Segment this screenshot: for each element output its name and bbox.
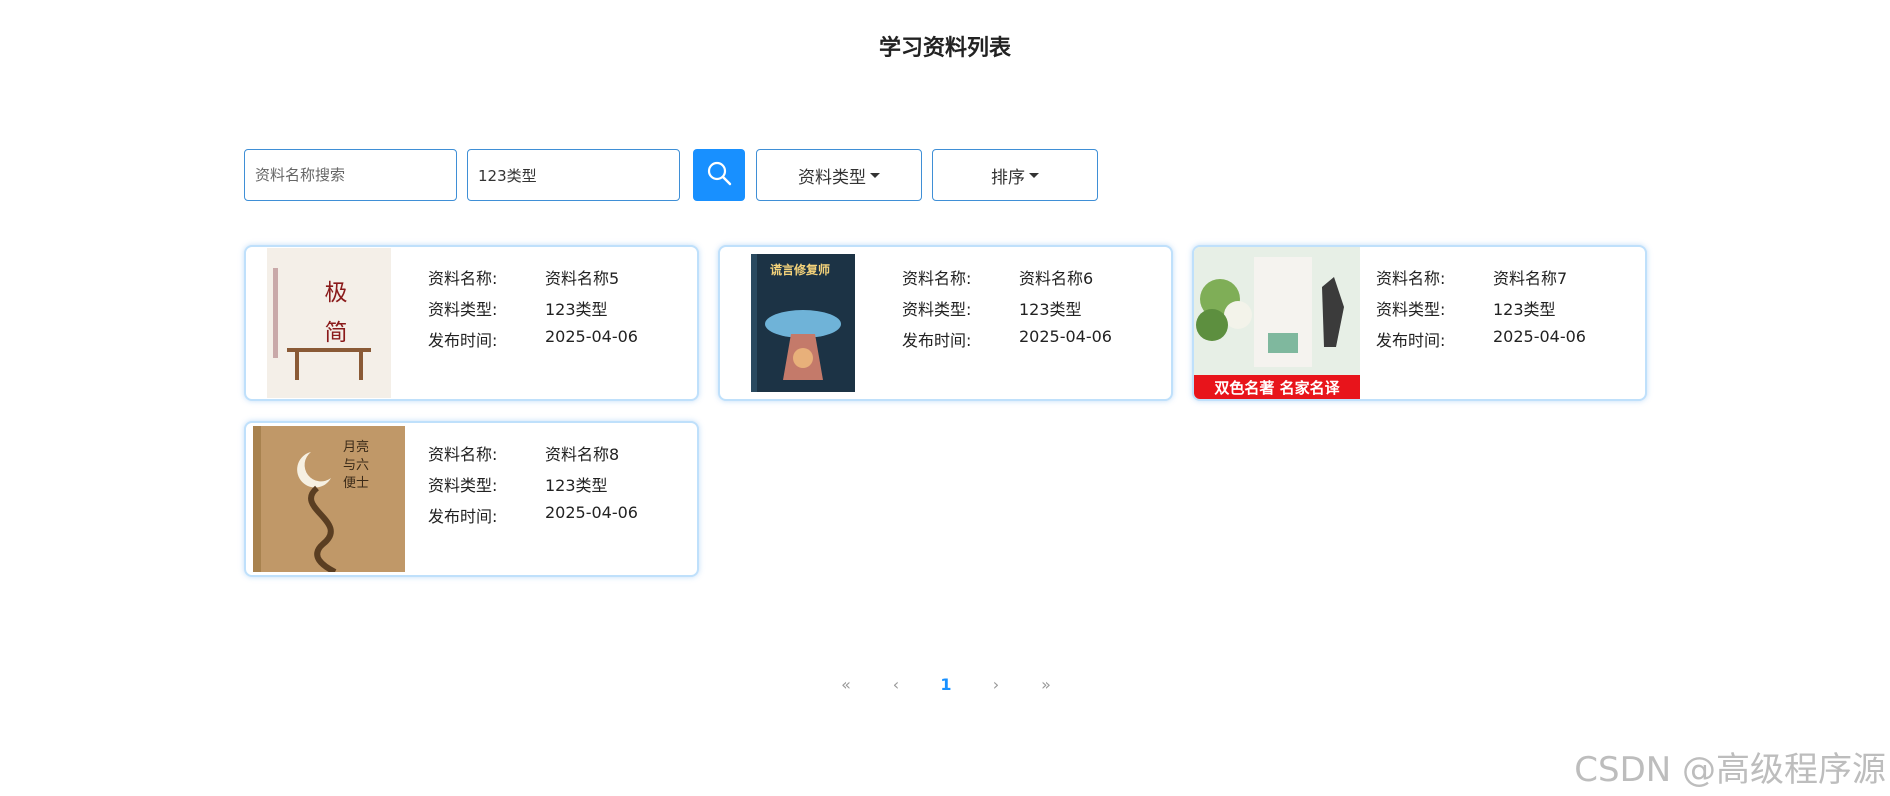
material-name: 资料名称8 [545,445,620,464]
material-card[interactable]: 双色名著 名家名译 资料名称: 资料名称7 资料类型: 123类型 发布时间: 202… [1192,245,1647,401]
book-cover: 月亮与六便士 [246,423,412,575]
book-cover: 谎言修复师 [720,247,886,399]
book-cover: 双色名著 名家名译 [1194,247,1360,399]
type-dropdown[interactable]: 资料类型 [756,149,922,201]
publish-date: 2025-04-06 [1493,327,1586,346]
type-label: 资料类型: [428,300,498,319]
publish-date: 2025-04-06 [545,327,638,346]
first-page-button[interactable]: « [836,675,856,694]
sort-dropdown-label: 排序 [991,167,1025,188]
type-label: 资料类型: [902,300,972,319]
cover-title: 月亮与六便士 [342,440,369,491]
caret-down-icon [870,172,880,178]
name-search-input[interactable] [244,149,457,201]
caret-down-icon [1029,172,1039,178]
date-label: 发布时间: [1376,331,1446,350]
type-label: 资料类型: [1376,300,1446,319]
material-name: 资料名称6 [1019,269,1094,288]
type-search-input[interactable] [467,149,680,201]
next-page-button[interactable]: › [986,675,1006,694]
sort-dropdown[interactable]: 排序 [932,149,1098,201]
cover-title: 谎言修复师 [769,263,830,277]
material-type: 123类型 [545,476,608,495]
card-info: 资料名称: 资料名称6 资料类型: 123类型 发布时间: 2025-04-06 [902,265,1112,358]
card-info: 资料名称: 资料名称8 资料类型: 123类型 发布时间: 2025-04-06 [428,441,638,534]
type-dropdown-label: 资料类型 [798,167,866,188]
last-page-button[interactable]: » [1036,675,1056,694]
type-label: 资料类型: [428,476,498,495]
material-type: 123类型 [1019,300,1082,319]
search-icon [706,160,732,190]
book-cover: 极 简 [246,247,412,399]
current-page-button[interactable]: 1 [936,675,956,694]
material-name: 资料名称5 [545,269,620,288]
material-card[interactable]: 月亮与六便士 资料名称: 资料名称8 资料类型: 123类型 发布时间: 2025-0… [244,421,699,577]
date-label: 发布时间: [428,507,498,526]
search-button[interactable] [693,149,745,201]
card-info: 资料名称: 资料名称7 资料类型: 123类型 发布时间: 2025-04-06 [1376,265,1586,358]
cover-title: 简 [324,320,348,346]
watermark: CSDN @高级程序源 [1574,750,1886,790]
material-card[interactable]: 极 简 资料名称: 资料名称5 资料类型: 123类型 发布时间: 2025-04-0… [244,245,699,401]
material-name: 资料名称7 [1493,269,1568,288]
cover-banner: 双色名著 名家名译 [1194,375,1360,399]
publish-date: 2025-04-06 [1019,327,1112,346]
date-label: 发布时间: [428,331,498,350]
name-label: 资料名称: [428,445,498,464]
card-info: 资料名称: 资料名称5 资料类型: 123类型 发布时间: 2025-04-06 [428,265,638,358]
publish-date: 2025-04-06 [545,503,638,522]
name-label: 资料名称: [902,269,972,288]
date-label: 发布时间: [902,331,972,350]
page-title: 学习资料列表 [878,36,1011,61]
pagination: « ‹ 1 › » [836,672,1056,696]
name-label: 资料名称: [428,269,498,288]
material-card[interactable]: 谎言修复师 资料名称: 资料名称6 资料类型: 123类型 发布时间: 2025-04… [718,245,1173,401]
cover-title: 极 [324,280,348,306]
prev-page-button[interactable]: ‹ [886,675,906,694]
material-type: 123类型 [545,300,608,319]
name-label: 资料名称: [1376,269,1446,288]
material-type: 123类型 [1493,300,1556,319]
